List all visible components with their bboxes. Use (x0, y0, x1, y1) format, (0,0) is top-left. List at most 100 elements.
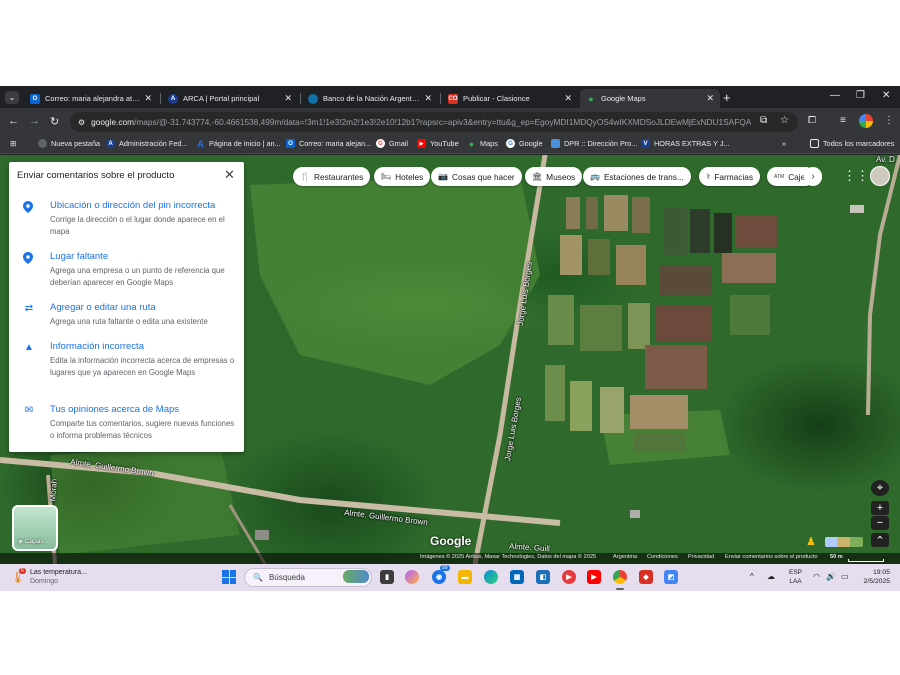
feedback-item-wrong-info[interactable]: ▲ Información incorrecta Edita la inform… (9, 341, 244, 389)
install-app-icon[interactable]: ⧉ (760, 115, 767, 126)
chip-cosas-que-hacer[interactable]: 📷 Cosas que hacer (431, 167, 522, 186)
app-blue-icon[interactable]: ◧ (536, 570, 550, 584)
chips-next-icon[interactable]: › (804, 167, 822, 186)
close-tab-icon[interactable]: ✕ (706, 93, 714, 104)
close-tab-icon[interactable]: ✕ (564, 93, 572, 104)
windows-taskbar: 🌡 6 Las temperatura... Domingo 🔍 Búsqued… (0, 564, 900, 591)
site-info-icon[interactable]: ⚙ (78, 118, 85, 127)
reading-list-icon[interactable]: ≡ (840, 115, 846, 126)
bookmark-google[interactable]: G Google (506, 139, 543, 148)
battery-icon[interactable]: ▭ (841, 572, 849, 581)
close-tab-icon[interactable]: ✕ (424, 93, 432, 104)
expand-controls-icon[interactable]: ⌃ (871, 533, 889, 547)
tab-separator (300, 93, 301, 104)
feedback-item-wrong-pin[interactable]: Ubicación o dirección del pin incorrecta… (9, 200, 244, 236)
copilot-icon[interactable] (405, 570, 419, 584)
bookmark-nueva-pestana[interactable]: Nueva pestaña (38, 139, 100, 148)
minimize-icon[interactable]: — (830, 90, 840, 101)
people-app-icon[interactable]: ◉ (432, 570, 446, 584)
back-icon[interactable]: ← (8, 115, 19, 127)
language-indicator[interactable]: ESP LAA (789, 568, 802, 586)
my-location-icon[interactable]: ⌖ (871, 480, 889, 496)
street-view-pegman-icon[interactable]: ♟ (806, 535, 818, 549)
bookmark-administracion[interactable]: A Administración Fed... (106, 139, 188, 148)
google-apps-icon[interactable]: ⋮⋮ (843, 168, 869, 184)
clock[interactable]: 19:05 2/5/2025 (856, 568, 890, 586)
close-tab-icon[interactable]: ✕ (284, 93, 292, 104)
pin-icon (23, 201, 35, 213)
profile-avatar[interactable] (859, 114, 873, 128)
close-tab-icon[interactable]: ✕ (144, 93, 152, 104)
feedback-item-missing-place[interactable]: Lugar faltante Agrega una empresa o un p… (9, 251, 244, 287)
url-text[interactable]: google.com/maps/@-31.743774,-60.4661538,… (91, 117, 751, 127)
google-g-icon: G (506, 139, 515, 148)
tab-correo[interactable]: O Correo: maria alejandra atencio ✕ (24, 89, 158, 108)
tab-google-maps[interactable]: ● Google Maps ✕ (580, 89, 720, 108)
youtube-icon[interactable]: ▶ (587, 570, 601, 584)
task-view-icon[interactable]: ▮ (380, 570, 394, 584)
wifi-icon[interactable]: ◠ (813, 572, 820, 581)
feedback-item-opinions[interactable]: ✉ Tus opiniones acerca de Maps Comparte … (9, 404, 244, 440)
apps-grid-icon[interactable]: ⊞ (10, 139, 16, 148)
tab-search-button[interactable]: ⌄ (5, 91, 19, 104)
scale-label[interactable]: 50 m (830, 554, 843, 560)
privacy-link[interactable]: Privacidad (688, 554, 714, 560)
weather-widget[interactable]: Las temperatura... Domingo (30, 568, 87, 586)
reload-icon[interactable]: ↻ (50, 115, 59, 128)
bookmark-gmail[interactable]: G Gmail (376, 139, 408, 148)
zoom-out-button[interactable]: − (871, 516, 889, 530)
chip-estaciones[interactable]: 🚌 Estaciones de trans... (583, 167, 691, 186)
zoom-in-button[interactable]: + (871, 501, 889, 515)
account-avatar[interactable] (870, 166, 890, 186)
address-bar[interactable]: ⚙ google.com/maps/@-31.743774,-60.466153… (70, 112, 798, 132)
send-feedback-link[interactable]: Enviar comentarios sobre el producto (725, 554, 818, 560)
feedback-item-desc: Corrige la dirección o el lugar donde ap… (50, 215, 225, 236)
extensions-icon[interactable]: ⧠ (808, 115, 816, 126)
tray-overflow-icon[interactable]: ^ (750, 572, 754, 581)
bookmark-correo[interactable]: O Correo: maria alejan... (286, 139, 371, 148)
more-bookmarks-icon[interactable]: » (782, 139, 786, 148)
media-player-icon[interactable]: ▶ (562, 570, 576, 584)
tab-clasionce[interactable]: CO Publicar - Clasionce ✕ (442, 89, 578, 108)
forward-icon[interactable]: → (29, 115, 40, 127)
edge-icon[interactable] (484, 570, 498, 584)
all-bookmarks[interactable]: Todos los marcadores (810, 139, 894, 148)
bookmark-maps[interactable]: ● Maps (467, 139, 498, 149)
layers-button[interactable]: ◈ Capas (12, 505, 58, 551)
volume-icon[interactable]: 🔊 (826, 572, 836, 581)
bookmark-horas-extras[interactable]: V HORAS EXTRAS Y J... (641, 139, 730, 148)
menu-kebab-icon[interactable]: ⋮ (884, 115, 894, 126)
close-window-icon[interactable]: ✕ (882, 90, 890, 101)
chip-restaurantes[interactable]: 🍴 Restaurantes (293, 167, 371, 186)
bookmark-pagina-inicio[interactable]: A Página de inicio | an... (196, 139, 280, 149)
map-type-thumbnails[interactable] (825, 537, 863, 547)
close-icon[interactable]: ✕ (224, 167, 235, 183)
anydesk-icon[interactable]: ◆ (639, 570, 653, 584)
windows-start-icon[interactable] (222, 570, 236, 584)
maximize-icon[interactable]: ❐ (856, 90, 865, 101)
feedback-item-add-route[interactable]: ⇄ Agregar o editar una ruta Agrega una r… (9, 302, 244, 328)
satellite-map[interactable]: Jorge Luis Borges Jorge Luis Borges Almt… (0, 155, 900, 564)
chip-hoteles[interactable]: 🛏 Hoteles (374, 167, 431, 186)
bookmark-dpr[interactable]: DPR :: Dirección Pro... (551, 139, 637, 148)
store-icon[interactable]: ▦ (510, 570, 524, 584)
tab-banco-nacion[interactable]: Banco de la Nación Argentina ✕ (302, 89, 438, 108)
photos-icon[interactable]: ◩ (664, 570, 678, 584)
chip-farmacias[interactable]: ⚕ Farmacias (699, 167, 761, 186)
country-link[interactable]: Argentina (613, 554, 637, 560)
language-code: ESP (789, 569, 803, 576)
bookmark-youtube[interactable]: ▶ YouTube (417, 139, 459, 148)
chip-museos[interactable]: 🏛 Museos (525, 167, 583, 186)
building (630, 510, 640, 518)
terms-link[interactable]: Condiciones (647, 554, 678, 560)
bookmark-star-icon[interactable]: ☆ (780, 115, 789, 126)
new-tab-button[interactable]: + (723, 90, 731, 105)
chrome-icon[interactable] (613, 570, 627, 584)
tab-arca[interactable]: A ARCA | Portal principal ✕ (162, 89, 298, 108)
file-explorer-icon[interactable]: ▬ (458, 570, 472, 584)
dpr-icon (551, 139, 560, 148)
feedback-item-desc: Agrega una ruta faltante o edita una exi… (50, 317, 208, 326)
weather-title: Las temperatura... (30, 569, 87, 576)
onedrive-icon[interactable]: ☁ (767, 572, 775, 581)
imagery-credit: Imágenes © 2025 Airbus, Maxar Technologi… (420, 554, 597, 560)
